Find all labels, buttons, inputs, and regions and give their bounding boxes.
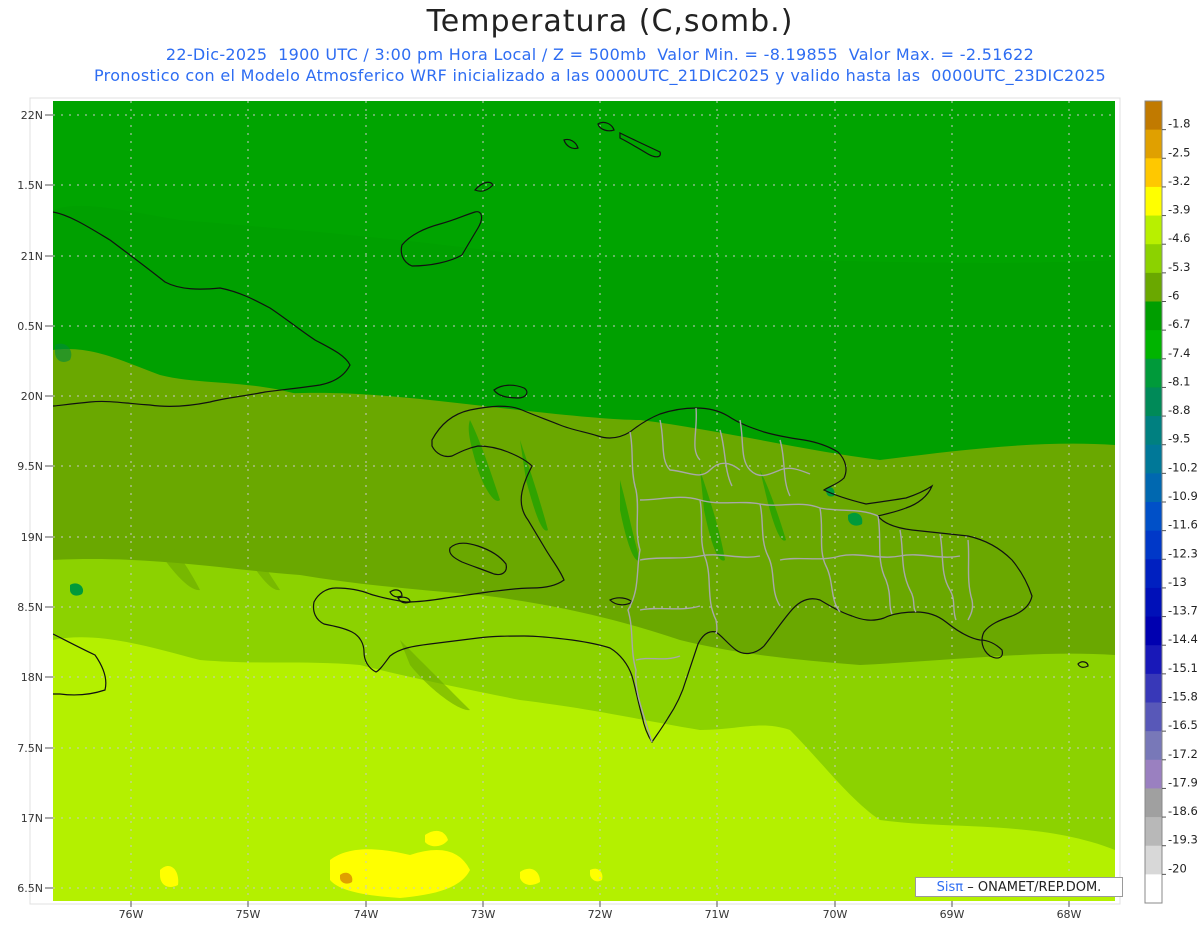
colorbar-label: -15.1 <box>1168 661 1198 675</box>
colorbar-swatch <box>1145 129 1162 159</box>
colorbar-swatch <box>1145 244 1162 274</box>
lat-label: 17N <box>21 812 43 825</box>
colorbar-label: -16.5 <box>1168 718 1198 732</box>
lat-label: 18N <box>21 671 43 684</box>
colorbar-label: -2.5 <box>1168 145 1190 159</box>
lon-label: 70W <box>823 908 848 921</box>
lat-label: 1.5N <box>17 179 43 192</box>
colorbar-swatch <box>1145 874 1162 904</box>
colorbar-label: -13.7 <box>1168 604 1198 618</box>
lon-label: 74W <box>354 908 379 921</box>
colorbar-swatch <box>1145 444 1162 474</box>
lon-label: 76W <box>119 908 144 921</box>
lat-label: 22N <box>21 109 43 122</box>
colorbar-label: -6.7 <box>1168 317 1190 331</box>
colorbar-swatch <box>1145 673 1162 703</box>
colorbar-label: -6 <box>1168 289 1179 303</box>
colorbar-swatch <box>1145 845 1162 875</box>
credit-text: – ONAMET/REP.DOM. <box>967 880 1102 895</box>
colorbar-label: -3.9 <box>1168 203 1190 217</box>
colorbar-label: -8.8 <box>1168 403 1190 417</box>
colorbar-label: -12.3 <box>1168 546 1198 560</box>
lat-label: 0.5N <box>17 320 43 333</box>
sispi-logo: Sisπ <box>936 880 964 895</box>
colorbar-swatch <box>1145 272 1162 302</box>
colorbar-label: -7.4 <box>1168 346 1190 360</box>
colorbar-swatch <box>1145 416 1162 446</box>
lon-label: 72W <box>588 908 613 921</box>
colorbar-label: -17.2 <box>1168 747 1198 761</box>
colorbar-swatch <box>1145 731 1162 761</box>
colorbar-swatch <box>1145 759 1162 789</box>
lat-label: 9.5N <box>17 460 43 473</box>
colorbar-swatch <box>1145 502 1162 532</box>
lon-label: 71W <box>705 908 730 921</box>
lon-label: 68W <box>1057 908 1082 921</box>
colorbar-label: -19.3 <box>1168 833 1198 847</box>
temperature-map: 22N 1.5N 21N 0.5N 20N 9.5N 19N 8.5N 18N … <box>17 97 1198 921</box>
colorbar-label: -11.6 <box>1168 518 1198 532</box>
colorbar-swatch <box>1145 158 1162 188</box>
colorbar: -1.8 -2.5 -3.2 -3.9 -4.6 -5.3 -6 -6.7 -7.4 -8.1 -8… <box>1144 100 1198 904</box>
temperature-field <box>53 101 1115 901</box>
lon-label: 75W <box>236 908 261 921</box>
colorbar-label: -18.6 <box>1168 804 1198 818</box>
colorbar-swatch <box>1145 358 1162 388</box>
colorbar-label: -14.4 <box>1168 632 1198 646</box>
colorbar-swatch <box>1145 645 1162 675</box>
colorbar-label: -13 <box>1168 575 1187 589</box>
colorbar-swatch <box>1145 473 1162 503</box>
colorbar-label: -15.8 <box>1168 690 1198 704</box>
colorbar-swatch <box>1145 559 1162 589</box>
colorbar-label: -1.8 <box>1168 117 1190 131</box>
colorbar-swatch <box>1145 101 1162 131</box>
colorbar-swatch <box>1145 186 1162 217</box>
credit-box: Sisπ – ONAMET/REP.DOM. <box>915 877 1123 897</box>
colorbar-swatch <box>1145 330 1162 360</box>
colorbar-swatch <box>1145 215 1162 245</box>
colorbar-swatch <box>1145 301 1162 331</box>
lat-label: 7.5N <box>17 742 43 755</box>
colorbar-swatch <box>1145 387 1162 417</box>
colorbar-swatch <box>1145 817 1162 847</box>
colorbar-label: -5.3 <box>1168 260 1190 274</box>
colorbar-swatch <box>1145 702 1162 732</box>
lat-label: 21N <box>21 250 43 263</box>
lat-label: 20N <box>21 390 43 403</box>
colorbar-label: -10.9 <box>1168 489 1198 503</box>
lat-label: 19N <box>21 531 43 544</box>
colorbar-label: -3.2 <box>1168 174 1190 188</box>
colorbar-label: -10.2 <box>1168 460 1198 474</box>
colorbar-label: -8.1 <box>1168 374 1190 388</box>
colorbar-swatch <box>1145 587 1162 618</box>
lon-label: 73W <box>471 908 496 921</box>
colorbar-swatch <box>1145 530 1162 560</box>
lat-label: 8.5N <box>17 601 43 614</box>
lon-label: 69W <box>940 908 965 921</box>
colorbar-label: -9.5 <box>1168 432 1190 446</box>
colorbar-swatch <box>1145 788 1162 818</box>
colorbar-label: -4.6 <box>1168 231 1190 245</box>
colorbar-swatch <box>1145 616 1162 646</box>
lat-label: 6.5N <box>17 882 43 895</box>
colorbar-label: -17.9 <box>1168 775 1198 789</box>
colorbar-label: -20 <box>1168 861 1187 875</box>
